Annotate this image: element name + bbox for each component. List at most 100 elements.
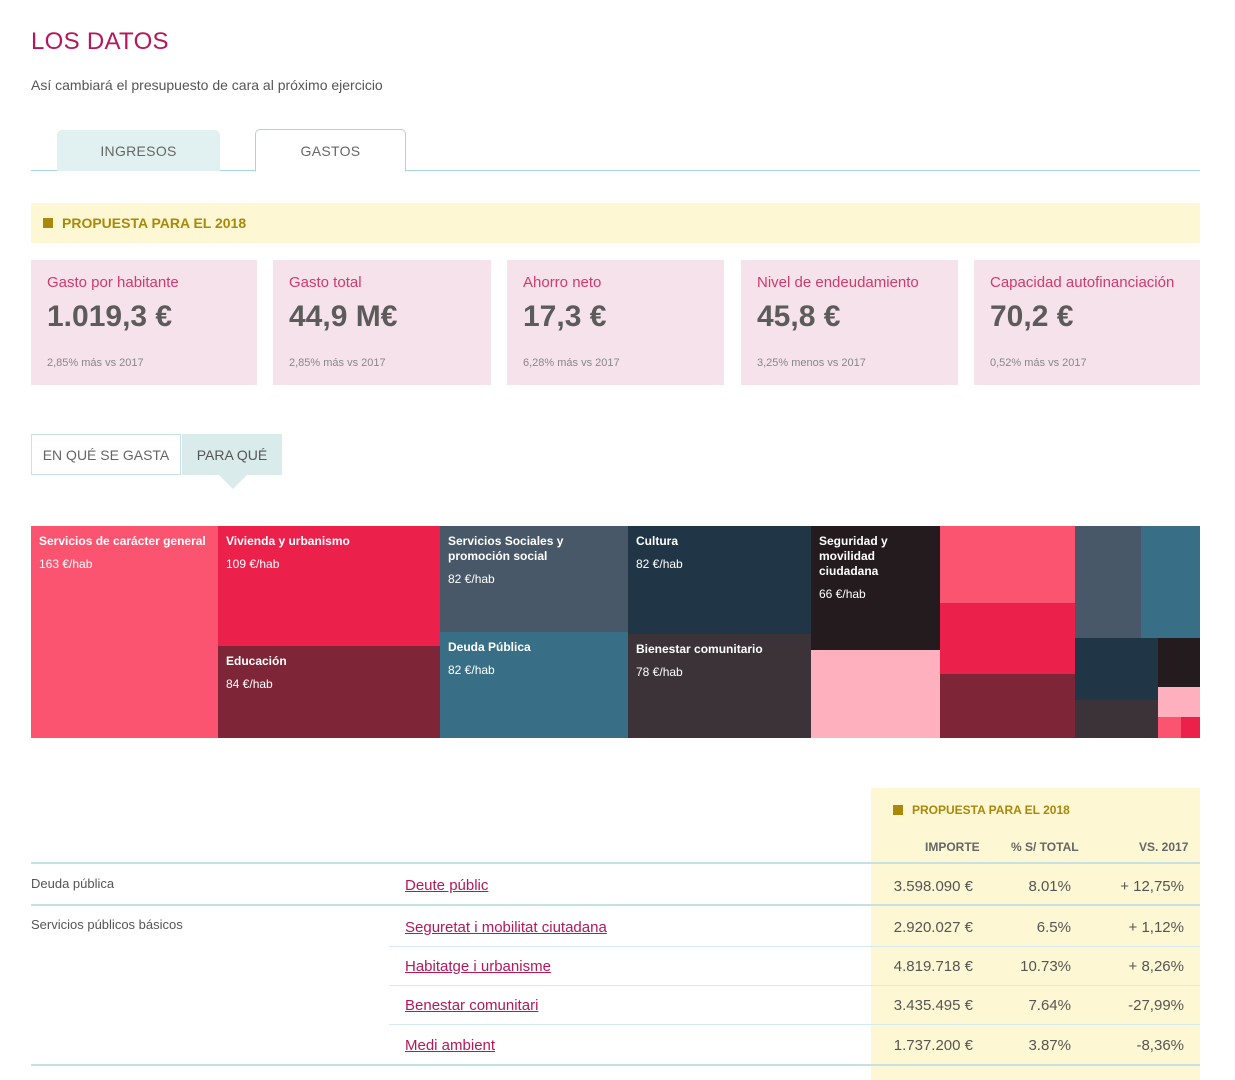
square-icon: [893, 805, 903, 815]
spending-treemap: Servicios de carácter general 163 €/hab …: [31, 526, 1200, 738]
row-amount: 4.819.718 €: [893, 958, 973, 975]
row-pct: 6.5%: [1036, 919, 1071, 936]
card-change: 6,28% más vs 2017: [523, 357, 620, 369]
column-header-importe: IMPORTE: [925, 840, 980, 854]
group-label-servicios-basicos: Servicios públicos básicos: [31, 917, 183, 932]
treemap-cell-unlabeled[interactable]: [940, 526, 1075, 603]
row-divider: [389, 985, 1200, 986]
row-vs: -8,36%: [1136, 1037, 1184, 1054]
treemap-cell-value: 82 €/hab: [448, 572, 495, 586]
row-pct: 10.73%: [1020, 958, 1071, 975]
treemap-cell-seguridad[interactable]: Seguridad y movilidad ciudadana 66 €/hab: [811, 526, 940, 650]
treemap-cell-servicios-sociales[interactable]: Servicios Sociales y promoción social 82…: [440, 526, 628, 632]
treemap-cell-value: 78 €/hab: [636, 665, 683, 679]
card-label: Ahorro neto: [523, 274, 602, 291]
treemap-cell-name: Cultura: [636, 534, 678, 548]
card-value: 70,2 €: [990, 300, 1074, 333]
row-divider: [389, 946, 1200, 947]
tab-ingresos[interactable]: INGRESOS: [57, 130, 220, 171]
card-nivel-endeudamiento: Nivel de endeudamiento 45,8 € 3,25% meno…: [741, 260, 958, 385]
treemap-cell-value: 163 €/hab: [39, 557, 93, 571]
row-divider: [389, 1024, 1200, 1025]
column-header-vs-2017: VS. 2017: [1139, 840, 1189, 854]
card-label: Capacidad autofinanciación: [990, 274, 1175, 291]
row-link-seguretat[interactable]: Seguretat i mobilitat ciutadana: [405, 919, 607, 936]
card-change: 3,25% menos vs 2017: [757, 357, 866, 369]
row-vs: + 1,12%: [1128, 919, 1184, 936]
treemap-cell-cultura[interactable]: Cultura 82 €/hab: [628, 526, 811, 634]
page-title: LOS DATOS: [31, 28, 169, 55]
column-header-pct-total: % S/ TOTAL: [1011, 840, 1079, 854]
treemap-cell-unlabeled[interactable]: [1075, 526, 1141, 638]
treemap-cell-name: Bienestar comunitario: [636, 642, 763, 656]
treemap-cell-servicios-generales[interactable]: Servicios de carácter general 163 €/hab: [31, 526, 218, 738]
row-vs: -27,99%: [1128, 997, 1184, 1014]
proposal-label: PROPUESTA PARA EL 2018: [62, 215, 247, 231]
treemap-cell-unlabeled[interactable]: [811, 650, 940, 738]
treemap-cell-unlabeled[interactable]: [1075, 700, 1158, 738]
card-value: 45,8 €: [757, 300, 841, 333]
row-pct: 7.64%: [1028, 997, 1071, 1014]
treemap-cell-name: Servicios Sociales y promoción social: [448, 534, 564, 563]
treemap-cell-unlabeled[interactable]: [1158, 638, 1200, 687]
row-pct: 8.01%: [1028, 878, 1071, 895]
treemap-cell-unlabeled[interactable]: [1158, 687, 1200, 717]
toggle-en-que-se-gasta[interactable]: EN QUÉ SE GASTA: [31, 434, 181, 475]
row-amount: 1.737.200 €: [893, 1037, 973, 1054]
card-capacidad-autofinanciacion: Capacidad autofinanciación 70,2 € 0,52% …: [974, 260, 1200, 385]
card-ahorro-neto: Ahorro neto 17,3 € 6,28% más vs 2017: [507, 260, 724, 385]
treemap-cell-name: Vivienda y urbanismo: [226, 534, 350, 548]
treemap-cell-value: 84 €/hab: [226, 677, 273, 691]
row-vs: + 8,26%: [1128, 958, 1184, 975]
card-gasto-por-habitante: Gasto por habitante 1.019,3 € 2,85% más …: [31, 260, 257, 385]
page-subtitle: Así cambiará el presupuesto de cara al p…: [31, 77, 383, 93]
treemap-cell-value: 66 €/hab: [819, 587, 866, 601]
treemap-cell-unlabeled[interactable]: [1158, 717, 1181, 738]
table-proposal-label: PROPUESTA PARA EL 2018: [912, 803, 1070, 817]
treemap-cell-name: Seguridad y movilidad ciudadana: [819, 534, 888, 578]
card-change: 0,52% más vs 2017: [990, 357, 1087, 369]
group-label-deuda: Deuda pública: [31, 876, 115, 891]
row-link-medi-ambient[interactable]: Medi ambient: [405, 1037, 495, 1054]
treemap-cell-bienestar[interactable]: Bienestar comunitario 78 €/hab: [628, 634, 811, 738]
treemap-cell-unlabeled[interactable]: [1181, 717, 1200, 738]
treemap-cell-unlabeled[interactable]: [940, 674, 1075, 738]
row-link-deute-public[interactable]: Deute públic: [405, 877, 488, 894]
card-label: Gasto por habitante: [47, 274, 179, 291]
card-gasto-total: Gasto total 44,9 M€ 2,85% más vs 2017: [273, 260, 491, 385]
treemap-cell-value: 82 €/hab: [636, 557, 683, 571]
proposal-banner: PROPUESTA PARA EL 2018: [31, 203, 1200, 243]
card-value: 17,3 €: [523, 300, 607, 333]
card-value: 44,9 M€: [289, 300, 398, 333]
row-vs: + 12,75%: [1120, 878, 1184, 895]
tab-gastos[interactable]: GASTOS: [255, 129, 406, 172]
treemap-cell-vivienda[interactable]: Vivienda y urbanismo 109 €/hab: [218, 526, 440, 646]
card-change: 2,85% más vs 2017: [289, 357, 386, 369]
row-amount: 3.435.495 €: [893, 997, 973, 1014]
treemap-cell-unlabeled[interactable]: [940, 603, 1075, 674]
treemap-cell-value: 109 €/hab: [226, 557, 280, 571]
row-pct: 3.87%: [1028, 1037, 1071, 1054]
card-value: 1.019,3 €: [47, 300, 173, 333]
row-amount: 2.920.027 €: [893, 919, 973, 936]
table-proposal-header: PROPUESTA PARA EL 2018: [893, 803, 1070, 817]
toggle-para-que[interactable]: PARA QUÉ: [182, 434, 282, 475]
active-toggle-pointer: [219, 475, 247, 489]
treemap-cell-name: Deuda Pública: [448, 640, 531, 654]
treemap-cell-deuda-publica[interactable]: Deuda Pública 82 €/hab: [440, 632, 628, 738]
treemap-cell-value: 82 €/hab: [448, 663, 495, 677]
row-link-habitatge[interactable]: Habitatge i urbanisme: [405, 958, 551, 975]
table-divider: [31, 1064, 1200, 1066]
treemap-cell-educacion[interactable]: Educación 84 €/hab: [218, 646, 440, 738]
square-icon: [43, 218, 53, 228]
card-label: Gasto total: [289, 274, 362, 291]
row-link-benestar[interactable]: Benestar comunitari: [405, 997, 538, 1014]
treemap-cell-unlabeled[interactable]: [1141, 526, 1200, 638]
treemap-cell-unlabeled[interactable]: [1075, 638, 1158, 700]
table-divider: [31, 904, 1200, 906]
card-change: 2,85% más vs 2017: [47, 357, 144, 369]
row-amount: 3.598.090 €: [893, 878, 973, 895]
budget-tabs: INGRESOS GASTOS: [31, 129, 1200, 172]
treemap-cell-name: Educación: [226, 654, 287, 668]
treemap-cell-name: Servicios de carácter general: [39, 534, 206, 548]
